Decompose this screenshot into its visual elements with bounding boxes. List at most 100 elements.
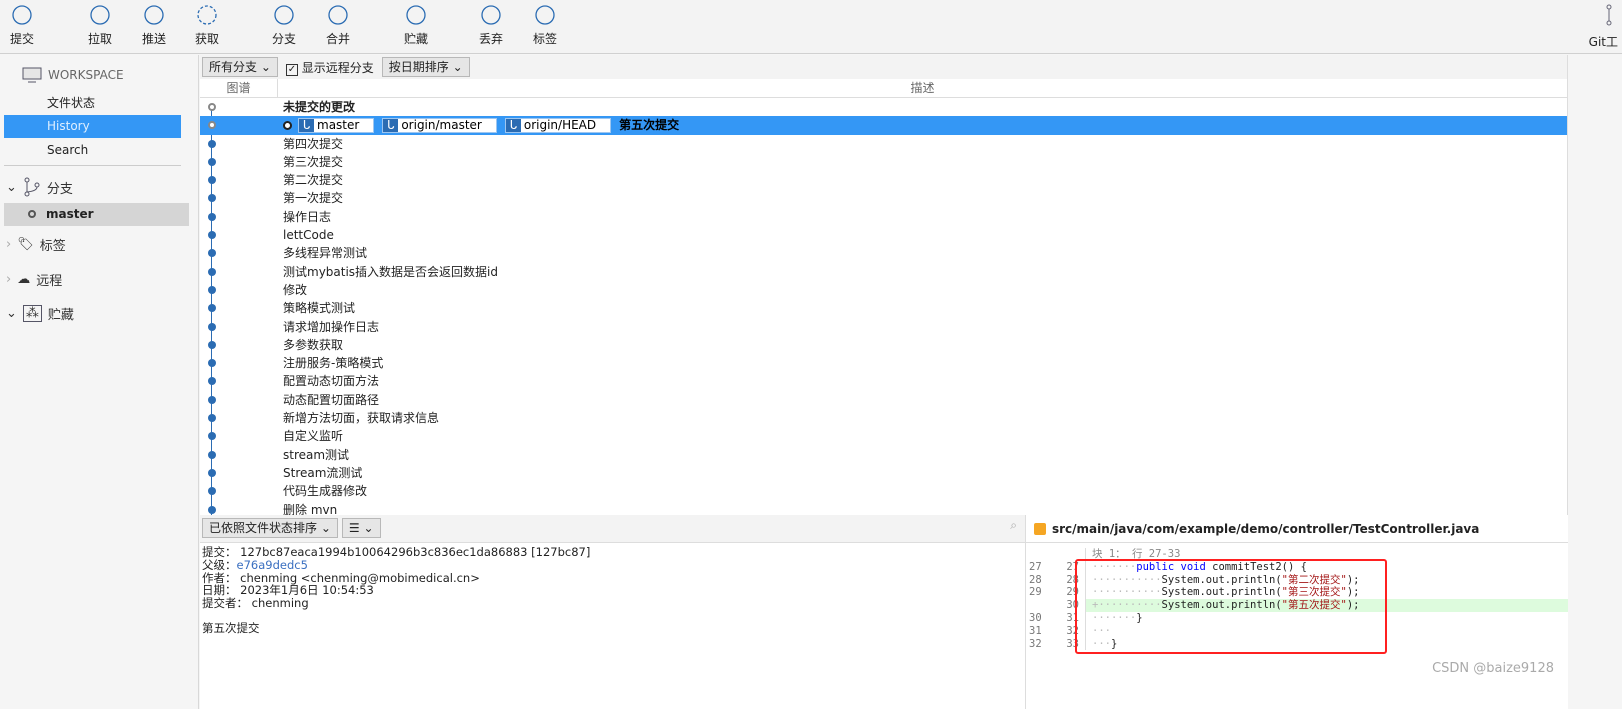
commit-row[interactable]: 配置动态切面方法 <box>200 372 1567 390</box>
branch-icon: ᒐ <box>505 119 521 133</box>
commit-row-selected[interactable]: ᒐ master ᒐ origin/master ᒐ origin/HEAD 第五次提交 <box>200 116 1567 135</box>
commit-row[interactable]: 第二次提交 <box>200 171 1567 189</box>
commit-message: 第二次提交 <box>283 173 344 188</box>
commit-row[interactable]: 多参数获取 <box>200 336 1567 354</box>
commit-details-pane: 已依照文件状态排序 ⌄ ☰ ⌄ ⌕ 提交： 127bc87eaca1994b10… <box>200 515 1025 709</box>
branches-label: 分支 <box>46 181 73 197</box>
sort-dropdown[interactable]: 按日期排序 ⌄ <box>381 57 470 77</box>
commit-row-uncommitted[interactable]: 未提交的更改 <box>200 98 1567 116</box>
toolbar-stash-button[interactable]: 贮藏 <box>394 4 438 47</box>
modified-file-icon <box>1034 522 1046 535</box>
commit-message: 动态配置切面路径 <box>283 392 380 407</box>
commit-node <box>208 249 216 258</box>
ref-tag[interactable]: ᒐ origin/HEAD <box>504 118 612 134</box>
commit-meta: 提交： 127bc87eaca1994b10064296b3c836ec1da8… <box>200 543 1025 638</box>
toolbar-label: 拉取 <box>87 32 112 46</box>
commit-node <box>208 505 216 514</box>
commit-row[interactable]: 第一次提交 <box>200 189 1567 207</box>
commit-node <box>208 176 216 185</box>
commit-row[interactable]: Stream流测试 <box>200 464 1567 482</box>
sidebar-item-search[interactable]: Search <box>4 139 181 162</box>
toolbar-arrow-up-circle-button[interactable]: 推送 <box>132 4 176 47</box>
branch-dot-icon <box>28 210 36 218</box>
commit-row[interactable]: 自定义监听 <box>200 427 1567 445</box>
commit-node <box>208 414 216 423</box>
head-indicator-icon <box>283 121 292 131</box>
commit-node <box>208 139 216 148</box>
commit-message: 注册服务-策略模式 <box>283 356 384 371</box>
graph-column-header[interactable]: 图谱 <box>200 79 278 97</box>
toolbar-arrow-down-circle-button[interactable]: 拉取 <box>78 4 122 47</box>
commit-row[interactable]: 测试mybatis插入数据是否会返回数据id <box>200 263 1567 281</box>
commit-row[interactable]: 第三次提交 <box>200 153 1567 171</box>
sidebar-branch-master[interactable]: master <box>4 203 189 226</box>
commit-row[interactable]: 新增方法切面，获取请求信息 <box>200 409 1567 427</box>
sidebar-item-history[interactable]: History <box>4 115 181 138</box>
commit-row[interactable]: 代码生成器修改 <box>200 482 1567 500</box>
workspace-label: WORKSPACE <box>48 68 124 82</box>
commit-row[interactable]: 请求增加操作日志 <box>200 318 1567 336</box>
commit-row[interactable]: stream测试 <box>200 446 1567 464</box>
commit-row[interactable]: 策略模式测试 <box>200 299 1567 317</box>
sidebar-section-stash[interactable]: ⌄ ⁂ 贮藏 <box>6 304 74 323</box>
commit-message: 未提交的更改 <box>283 100 356 114</box>
desc-column-header[interactable]: 描述 <box>278 79 1567 97</box>
sidebar-section-remote[interactable]: › ☁ 远程 <box>6 270 62 289</box>
toolbar-label: 推送 <box>141 32 166 46</box>
toolbar: 提交 拉取 推送 获取 分支 合并 贮藏 丢弃 标签 <box>0 0 1622 54</box>
toolbar-discard-button[interactable]: 丢弃 <box>469 4 513 47</box>
commit-row[interactable]: 多线程异常测试 <box>200 244 1567 262</box>
show-remote-checkbox[interactable]: ✓ 显示远程分支 <box>285 59 374 76</box>
toolbar-fetch-button[interactable]: 获取 <box>185 4 229 47</box>
view-mode-dropdown[interactable]: ☰ ⌄ <box>341 518 381 538</box>
commit-node <box>208 231 216 240</box>
commit-hash: 提交： 127bc87eaca1994b10064296b3c836ec1da8… <box>202 545 591 559</box>
stash-icon: ⁂ <box>22 305 42 322</box>
file-sort-dropdown[interactable]: 已依照文件状态排序 ⌄ <box>202 518 338 538</box>
sidebar-section-branches[interactable]: ⌄ 分支 <box>6 177 73 197</box>
search-icon[interactable]: ⌕ <box>1010 518 1023 539</box>
toolbar-label: 丢弃 <box>478 32 503 46</box>
filter-bar: 所有分支 ⌄ ✓ 显示远程分支 按日期排序 ⌄ <box>200 55 1567 79</box>
git-flow-button[interactable]: Git工 <box>1589 4 1618 50</box>
commit-message: 第三次提交 <box>283 154 344 169</box>
ref-tag[interactable]: ᒐ origin/master <box>382 118 497 134</box>
commit-row[interactable]: lettCode <box>200 226 1567 244</box>
diff-pane: src/main/java/com/example/demo/controlle… <box>1025 515 1568 709</box>
stash-label: 贮藏 <box>47 308 74 323</box>
chevron-down-icon: ⌄ <box>6 306 17 321</box>
commit-message: 策略模式测试 <box>283 301 356 316</box>
commit-message: 代码生成器修改 <box>283 484 368 499</box>
toolbar-merge-button[interactable]: 合并 <box>316 4 360 47</box>
branch-icon: ᒐ <box>383 119 399 133</box>
branch-filter-dropdown[interactable]: 所有分支 ⌄ <box>202 57 278 77</box>
commit-message: 多参数获取 <box>283 337 344 352</box>
commit-message: 操作日志 <box>283 209 332 224</box>
plus-circle-icon <box>12 5 32 25</box>
toolbar-label: 提交 <box>9 32 34 46</box>
branch-master-label: master <box>46 207 94 221</box>
sidebar-item-file-status[interactable]: 文件状态 <box>4 92 181 115</box>
commit-row[interactable]: 第四次提交 <box>200 135 1567 153</box>
commit-node <box>208 468 216 477</box>
commit-message: 第五次提交 <box>619 118 680 133</box>
toolbar-tag-button[interactable]: 标签 <box>523 4 567 47</box>
parent-label: 父级： <box>202 557 237 572</box>
commit-row[interactable]: 动态配置切面路径 <box>200 391 1567 409</box>
toolbar-branch-button[interactable]: 分支 <box>262 4 306 47</box>
commit-message: 配置动态切面方法 <box>283 374 380 389</box>
history-pane: 所有分支 ⌄ ✓ 显示远程分支 按日期排序 ⌄ 图谱 描述 未提交的更改 ᒐ mas… <box>200 55 1568 537</box>
commit-node <box>208 450 216 459</box>
ref-tag[interactable]: ᒐ master <box>298 118 375 134</box>
commit-node <box>208 432 216 441</box>
sidebar-section-tags[interactable]: › 🏷 标签 <box>6 235 66 254</box>
commit-message: 第四次提交 <box>283 136 344 151</box>
commit-row[interactable]: 修改 <box>200 281 1567 299</box>
commit-row[interactable]: 注册服务-策略模式 <box>200 354 1567 372</box>
toolbar-label: 贮藏 <box>403 32 428 46</box>
toolbar-plus-circle-button[interactable]: 提交 <box>0 4 44 47</box>
parent-link[interactable]: e76a9dedc5 <box>237 558 308 572</box>
toolbar-label: 标签 <box>532 32 557 46</box>
commit-row[interactable]: 操作日志 <box>200 208 1567 226</box>
arrow-down-circle-icon <box>90 5 110 25</box>
